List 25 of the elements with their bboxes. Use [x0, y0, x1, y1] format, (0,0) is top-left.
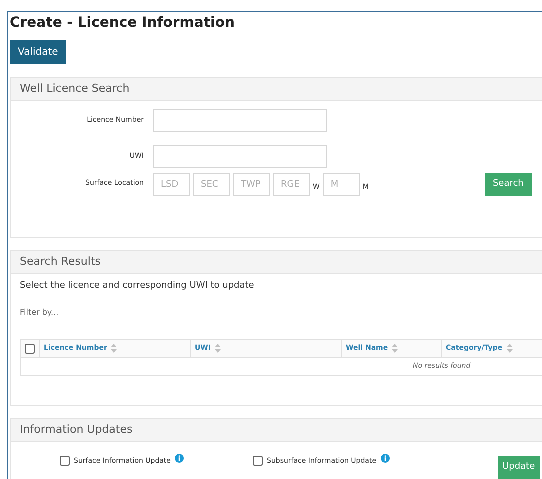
- panel-header: Well Licence Search: [11, 77, 542, 101]
- location-input[interactable]: TWP: [233, 173, 270, 196]
- page-title: Create - Licence Information: [10, 16, 236, 30]
- validate-button[interactable]: Validate: [10, 40, 66, 64]
- sort-icon: [111, 344, 118, 353]
- update-button[interactable]: Update: [498, 456, 540, 479]
- location-input[interactable]: SEC: [193, 173, 230, 196]
- location-input[interactable]: RGE: [273, 173, 310, 196]
- checkbox[interactable]: [60, 456, 70, 466]
- text-input[interactable]: [153, 145, 327, 168]
- sort-icon: [392, 344, 398, 353]
- text-input[interactable]: [153, 109, 327, 132]
- sort-icon: [215, 344, 222, 353]
- checkbox[interactable]: [253, 456, 263, 466]
- panel-header: Information Updates: [11, 418, 542, 442]
- filter-field[interactable]: Filter by...: [20, 306, 220, 320]
- checkbox[interactable]: [25, 344, 35, 354]
- location-input[interactable]: M: [322, 173, 360, 196]
- panel-header: Search Results: [11, 250, 542, 274]
- info-icon[interactable]: [380, 454, 390, 464]
- search-button[interactable]: Search: [484, 173, 532, 196]
- info-icon[interactable]: [175, 454, 184, 464]
- location-input[interactable]: LSD: [153, 173, 190, 196]
- instruction-text: Select the licence and corresponding UWI to update: [20, 280, 256, 293]
- sort-icon: [506, 344, 513, 353]
